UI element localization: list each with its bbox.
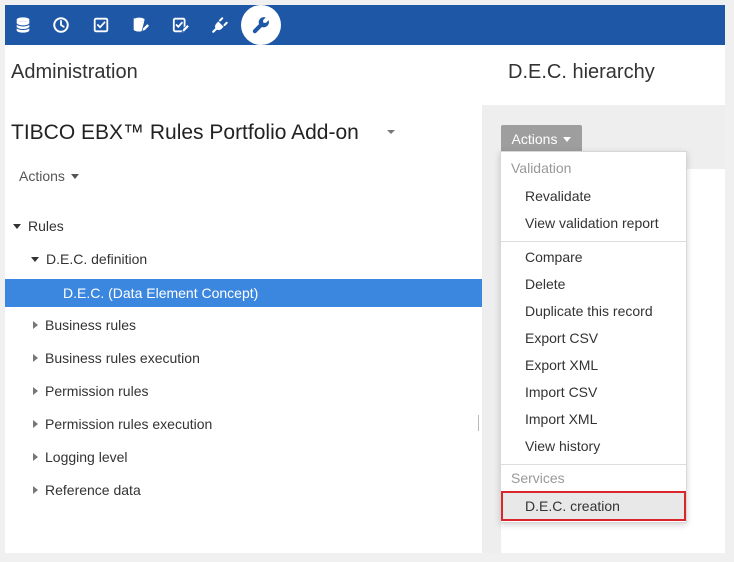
- tree-item-permission-rules-execution[interactable]: Permission rules execution: [5, 410, 508, 438]
- left-actions-menu[interactable]: Actions: [19, 168, 79, 184]
- menu-item-view-validation-report[interactable]: View validation report: [501, 210, 686, 236]
- right-panel-title: D.E.C. hierarchy: [508, 61, 655, 83]
- clock-icon[interactable]: [45, 9, 77, 41]
- caret-down-icon: [70, 173, 79, 179]
- expand-closed-icon[interactable]: [33, 321, 38, 329]
- product-title: TIBCO EBX™ Rules Portfolio Add-on: [11, 121, 359, 144]
- expand-closed-icon[interactable]: [33, 387, 38, 395]
- tree-item-label: D.E.C. (Data Element Concept): [63, 285, 259, 301]
- database-icon[interactable]: [7, 9, 39, 41]
- expand-open-icon[interactable]: [13, 223, 21, 229]
- expand-closed-icon[interactable]: [33, 420, 38, 428]
- tree-item-label: Reference data: [45, 482, 141, 498]
- menu-item-compare[interactable]: Compare: [501, 244, 686, 270]
- menu-header-services: Services: [511, 470, 565, 486]
- tree-item-logging-level[interactable]: Logging level: [5, 443, 508, 471]
- app-window: Administration TIBCO EBX™ Rules Portfoli…: [5, 5, 725, 553]
- checklist-edit-icon[interactable]: [165, 9, 197, 41]
- checkbox-icon[interactable]: [85, 9, 117, 41]
- left-actions-label: Actions: [19, 168, 65, 184]
- menu-item-view-history[interactable]: View history: [501, 433, 686, 459]
- tree-item-dec-definition[interactable]: D.E.C. definition: [5, 245, 508, 273]
- menu-item-export-xml[interactable]: Export XML: [501, 352, 686, 378]
- tree-item-label: Rules: [28, 218, 64, 234]
- tree-item-label: Business rules execution: [45, 350, 200, 366]
- tree-item-label: Permission rules execution: [45, 416, 213, 432]
- tree-item-label: Business rules: [45, 317, 137, 333]
- tree-item-reference-data[interactable]: Reference data: [5, 476, 508, 504]
- tree-item-business-rules[interactable]: Business rules: [5, 311, 508, 339]
- expand-open-icon[interactable]: [31, 256, 39, 262]
- tree-item-dec-data-element-concept[interactable]: D.E.C. (Data Element Concept): [5, 279, 540, 307]
- page-title: Administration: [11, 61, 138, 83]
- chevron-down-icon[interactable]: [387, 130, 395, 134]
- menu-item-delete[interactable]: Delete: [501, 271, 686, 297]
- tree-item-rules[interactable]: Rules: [5, 212, 490, 240]
- actions-button-label: Actions: [511, 131, 558, 147]
- tree-item-label: Logging level: [45, 449, 128, 465]
- actions-button[interactable]: Actions: [501, 125, 582, 153]
- menu-item-revalidate[interactable]: Revalidate: [501, 183, 686, 209]
- top-toolbar: [5, 5, 725, 45]
- tree-item-label: Permission rules: [45, 383, 149, 399]
- expand-closed-icon[interactable]: [33, 354, 38, 362]
- menu-item-import-xml[interactable]: Import XML: [501, 406, 686, 432]
- expand-closed-icon[interactable]: [33, 486, 38, 494]
- wrench-icon[interactable]: [241, 5, 281, 45]
- menu-item-dec-creation[interactable]: D.E.C. creation: [501, 491, 686, 521]
- menu-header-validation: Validation: [511, 160, 572, 176]
- menu-item-import-csv[interactable]: Import CSV: [501, 379, 686, 405]
- menu-divider: [501, 241, 686, 242]
- menu-item-export-csv[interactable]: Export CSV: [501, 325, 686, 351]
- plug-icon[interactable]: [204, 9, 236, 41]
- database-edit-icon[interactable]: [125, 9, 157, 41]
- menu-divider: [501, 464, 686, 465]
- right-panel-gutter: [482, 169, 501, 553]
- actions-dropdown-menu: Validation Revalidate View validation re…: [500, 151, 687, 523]
- tree-item-label: D.E.C. definition: [46, 251, 148, 267]
- tree-item-permission-rules[interactable]: Permission rules: [5, 377, 508, 405]
- expand-closed-icon[interactable]: [33, 453, 38, 461]
- caret-down-icon: [563, 136, 572, 142]
- tree-item-business-rules-execution[interactable]: Business rules execution: [5, 344, 508, 372]
- menu-item-duplicate-record[interactable]: Duplicate this record: [501, 298, 686, 324]
